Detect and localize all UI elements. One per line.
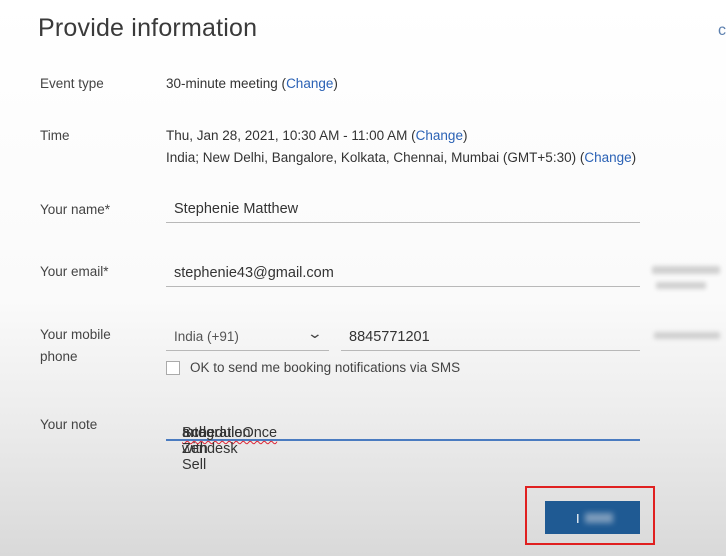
name-field-value: Stephenie Matthew [174, 201, 299, 217]
blurred-background-text [652, 266, 720, 274]
page-title: Provide information [38, 14, 258, 42]
mobile-label-line1: Your mobile [40, 327, 111, 342]
time-label: Time [40, 128, 70, 143]
submit-button-label: I [576, 511, 580, 526]
email-label: Your email* [40, 264, 109, 279]
blurred-button-text [585, 513, 613, 523]
timezone-value: India; New Delhi, Bangalore, Kolkata, Ch… [166, 150, 637, 165]
note-field[interactable]: Integration with ScheduleOnce and Zendes… [166, 411, 640, 473]
name-field[interactable]: Stephenie Matthew [166, 194, 640, 223]
mobile-label-line2: phone [40, 349, 78, 364]
event-type-value: 30-minute meeting (Change) [166, 76, 338, 91]
name-label: Your name* [40, 202, 111, 217]
phone-number-value: 8845771201 [349, 329, 430, 345]
partial-edge-glyph: c [718, 22, 726, 39]
change-time-link[interactable]: Change [416, 128, 463, 143]
change-event-type-link[interactable]: Change [286, 76, 333, 91]
sms-opt-in-label: OK to send me booking notifications via … [190, 360, 461, 375]
blurred-background-text [656, 282, 706, 289]
email-field-value: stephenie43@gmail.com [174, 265, 334, 281]
email-field[interactable]: stephenie43@gmail.com [166, 258, 640, 287]
submit-button[interactable]: I [545, 501, 640, 534]
time-value: Thu, Jan 28, 2021, 10:30 AM - 11:00 AM (… [166, 128, 468, 143]
chevron-down-icon: ⌄ [306, 325, 324, 341]
change-timezone-link[interactable]: Change [584, 150, 631, 165]
note-label: Your note [40, 417, 98, 432]
sms-opt-in-checkbox[interactable] [166, 361, 180, 375]
blurred-background-text [654, 332, 720, 339]
country-code-value: India (+91) [174, 329, 239, 344]
country-code-select[interactable]: India (+91) ⌄ [166, 322, 329, 351]
event-type-label: Event type [40, 76, 104, 91]
phone-number-field[interactable]: 8845771201 [341, 322, 640, 351]
